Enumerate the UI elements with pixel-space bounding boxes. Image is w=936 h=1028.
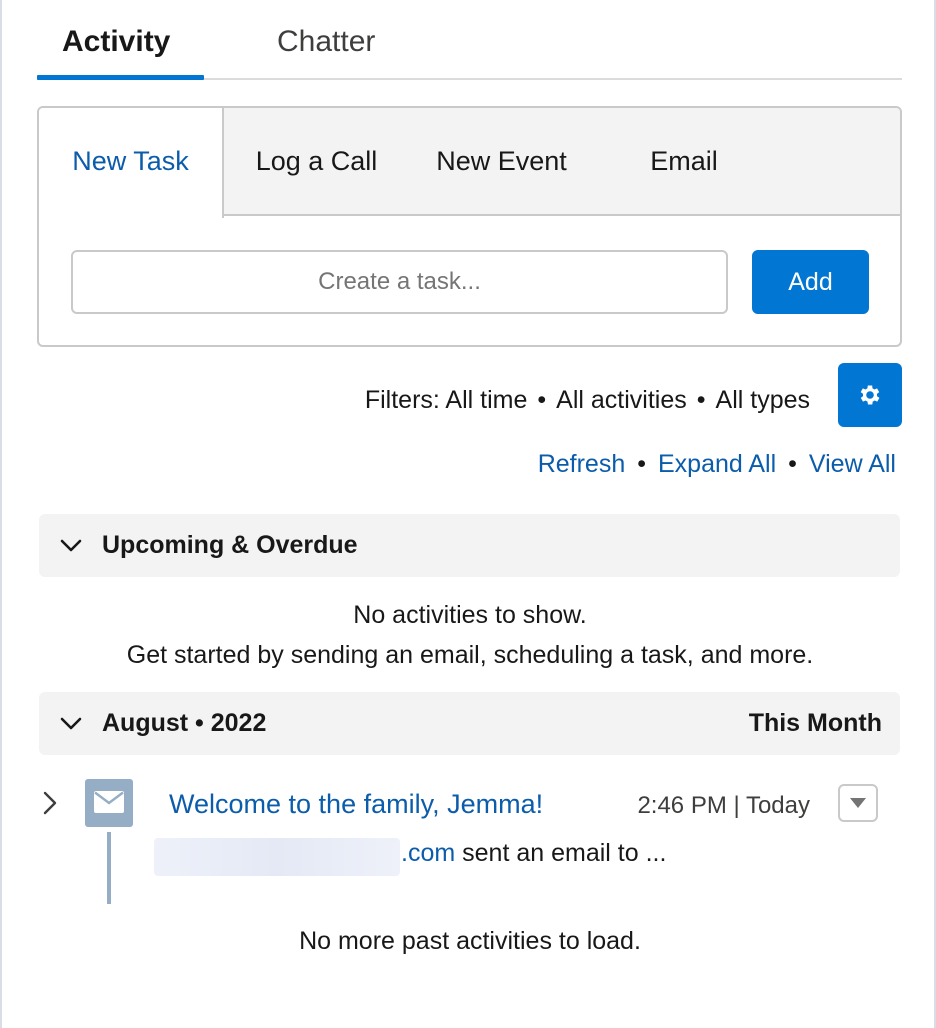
filter-types: All types bbox=[715, 386, 810, 414]
activity-composer: New Task Log a Call New Event Email Add bbox=[37, 106, 902, 347]
filter-time: All time bbox=[445, 386, 528, 414]
tab-new-event[interactable]: New Event bbox=[414, 108, 589, 216]
activity-menu-button[interactable] bbox=[838, 784, 878, 822]
gear-icon bbox=[860, 385, 880, 405]
activity-description: .com sent an email to ... bbox=[401, 833, 666, 873]
chevron-down-icon bbox=[60, 539, 82, 552]
tab-log-a-call[interactable]: Log a Call bbox=[224, 108, 409, 216]
add-button[interactable]: Add bbox=[752, 250, 869, 314]
activity-panel: Activity Chatter New Task Log a Call New… bbox=[0, 0, 936, 1028]
no-more-activities-message: No more past activities to load. bbox=[299, 927, 641, 955]
section-period-label: This Month bbox=[748, 709, 882, 737]
caret-down-icon bbox=[850, 798, 866, 808]
separator-dot: • bbox=[537, 386, 547, 414]
section-title: August • 2022 bbox=[102, 709, 267, 737]
refresh-link[interactable]: Refresh bbox=[538, 450, 626, 478]
active-tab-indicator bbox=[37, 75, 204, 80]
separator-dot: • bbox=[637, 450, 646, 478]
timeline-line bbox=[107, 832, 111, 904]
upcoming-overdue-header[interactable]: Upcoming & Overdue bbox=[39, 514, 900, 577]
section-title: Upcoming & Overdue bbox=[102, 531, 358, 559]
tab-email[interactable]: Email bbox=[599, 108, 769, 216]
composer-tab-bar: New Task Log a Call New Event Email bbox=[39, 108, 900, 218]
filter-activities: All activities bbox=[556, 386, 687, 414]
activity-links: Refresh • Expand All • View All bbox=[538, 444, 896, 484]
sender-link[interactable]: .com bbox=[401, 839, 455, 867]
view-all-link[interactable]: View All bbox=[809, 450, 896, 478]
redacted-sender bbox=[154, 838, 400, 876]
tab-new-task[interactable]: New Task bbox=[39, 108, 224, 218]
empty-message: No activities to show. bbox=[353, 601, 587, 629]
month-section-header[interactable]: August • 2022 This Month bbox=[39, 692, 900, 755]
top-tab-bar: Activity Chatter bbox=[37, 0, 902, 80]
empty-message-hint: Get started by sending an email, schedul… bbox=[126, 641, 814, 669]
separator-dot: • bbox=[696, 386, 706, 414]
filters-label: Filters: bbox=[364, 386, 440, 414]
filter-settings-button[interactable] bbox=[838, 363, 902, 427]
chevron-right-icon[interactable] bbox=[40, 790, 60, 816]
chevron-down-icon bbox=[60, 717, 82, 730]
create-task-input[interactable] bbox=[71, 250, 728, 314]
activity-summary: sent an email to ... bbox=[462, 839, 667, 867]
email-icon bbox=[85, 779, 133, 827]
expand-all-link[interactable]: Expand All bbox=[658, 450, 776, 478]
tab-chatter[interactable]: Chatter bbox=[277, 22, 375, 62]
activity-timestamp: 2:46 PM | Today bbox=[637, 792, 810, 819]
tab-activity[interactable]: Activity bbox=[62, 22, 170, 62]
separator-dot: • bbox=[788, 450, 797, 478]
filters-summary: Filters: All time • All activities • All typ… bbox=[365, 380, 810, 420]
activity-subject-link[interactable]: Welcome to the family, Jemma! bbox=[169, 784, 543, 824]
envelope-icon bbox=[94, 791, 124, 813]
